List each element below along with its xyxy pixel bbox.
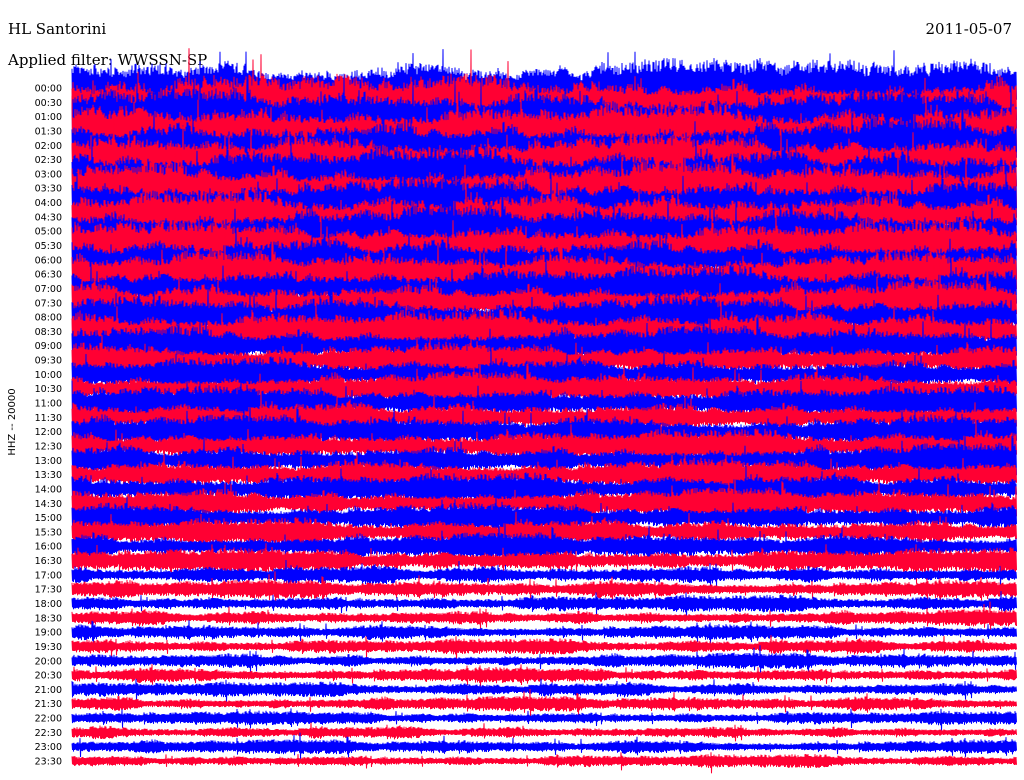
- row-tick-label: 23:00: [35, 742, 62, 753]
- trace-group: [71, 48, 1017, 774]
- row-tick-label: 19:00: [35, 628, 62, 639]
- row-tick-label: 21:00: [35, 685, 62, 696]
- row-tick-label: 13:30: [35, 470, 62, 481]
- row-tick-label: 23:30: [35, 757, 62, 768]
- row-tick-label: 03:30: [35, 184, 62, 195]
- row-tick-label: 06:00: [35, 255, 62, 266]
- row-tick-label: 15:00: [35, 513, 62, 524]
- trace-row-2200: [71, 708, 1017, 732]
- trace-row-2030: [71, 664, 1017, 687]
- row-tick-label: 09:00: [35, 341, 62, 352]
- row-tick-label: 08:00: [35, 313, 62, 324]
- row-tick-label: 18:30: [35, 613, 62, 624]
- row-tick-label: 03:00: [35, 169, 62, 180]
- trace-row-2330: [71, 752, 1017, 774]
- row-tick-label: 02:00: [35, 141, 62, 152]
- row-tick-label: 22:00: [35, 714, 62, 725]
- row-tick-label: 07:30: [35, 298, 62, 309]
- row-tick-label: 10:00: [35, 370, 62, 381]
- row-tick-label: 09:30: [35, 356, 62, 367]
- row-tick-label: 16:00: [35, 542, 62, 553]
- row-tick-label: 04:00: [35, 198, 62, 209]
- row-tick-label: 11:00: [35, 399, 62, 410]
- row-tick-label: 11:30: [35, 413, 62, 424]
- row-tick-label: 14:30: [35, 499, 62, 510]
- row-tick-label: 21:30: [35, 699, 62, 710]
- row-tick-label: 13:00: [35, 456, 62, 467]
- row-tick-label: 01:30: [35, 126, 62, 137]
- tick-group: 00:00 00:30 01:00 01:30 02:00 02:30 03:00 03:30…: [35, 84, 62, 768]
- row-tick-label: 05:00: [35, 227, 62, 238]
- row-tick-label: 01:00: [35, 112, 62, 123]
- trace-row-2230: [71, 722, 1017, 742]
- row-tick-label: 12:00: [35, 427, 62, 438]
- row-tick-label: 02:30: [35, 155, 62, 166]
- trace-row-1900: [71, 620, 1017, 645]
- helicorder-plot: HHZ -- 20000 00:00 00:30 01:00 01:30 02:00 02…: [7, 48, 1017, 774]
- row-tick-label: 19:30: [35, 642, 62, 653]
- row-tick-label: 00:30: [35, 98, 62, 109]
- row-tick-label: 15:30: [35, 527, 62, 538]
- row-tick-label: 14:00: [35, 484, 62, 495]
- row-tick-label: 05:30: [35, 241, 62, 252]
- row-tick-label: 07:00: [35, 284, 62, 295]
- row-tick-label: 10:30: [35, 384, 62, 395]
- row-tick-label: 00:00: [35, 84, 62, 95]
- row-tick-label: 12:30: [35, 441, 62, 452]
- row-tick-label: 06:30: [35, 270, 62, 281]
- y-axis-label: HHZ -- 20000: [7, 388, 18, 455]
- row-tick-label: 08:30: [35, 327, 62, 338]
- row-tick-label: 18:00: [35, 599, 62, 610]
- row-tick-label: 20:30: [35, 671, 62, 682]
- row-tick-label: 20:00: [35, 656, 62, 667]
- trace-row-2300: [71, 732, 1017, 759]
- row-tick-label: 17:00: [35, 570, 62, 581]
- row-tick-label: 22:30: [35, 728, 62, 739]
- row-tick-label: 16:30: [35, 556, 62, 567]
- row-tick-label: 17:30: [35, 585, 62, 596]
- row-tick-label: 04:30: [35, 212, 62, 223]
